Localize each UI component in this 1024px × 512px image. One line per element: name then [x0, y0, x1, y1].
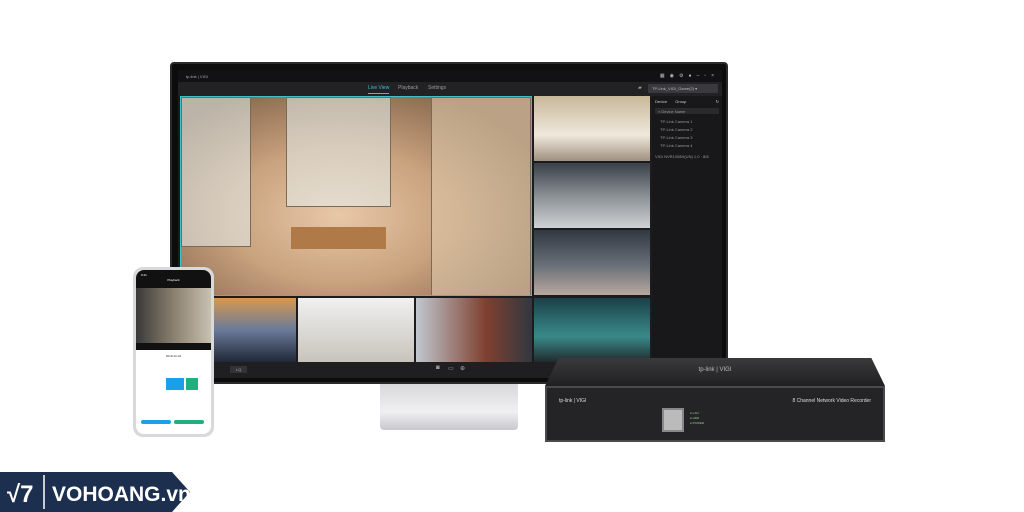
tab-settings[interactable]: Settings	[428, 85, 446, 91]
smartphone: 9:41 Playback 2018-10-22	[133, 267, 214, 437]
nvr-label: 8 Channel Network Video Recorder	[792, 398, 871, 404]
phone-button[interactable]	[141, 420, 171, 424]
tab-bar: Live View Playback Settings ▰ TP-Link_VI…	[178, 82, 722, 96]
vh-mark: √7	[7, 481, 34, 508]
camera-list-item[interactable]: TP-Link Camera 2	[660, 127, 719, 132]
usb-ports	[662, 408, 684, 432]
nvr-device: tp-link | VIGI 8 Channel Network Video R…	[545, 386, 885, 442]
monitor-stand	[380, 384, 518, 430]
close-button[interactable]: ×	[711, 73, 714, 79]
phone-video[interactable]	[136, 288, 211, 343]
maximize-button[interactable]: ▫	[704, 73, 706, 79]
title-bar: tp-link | VIGI ▦ ◉ ⚙ ● – ▫ ×	[178, 70, 722, 82]
vigi-app-window: tp-link | VIGI ▦ ◉ ⚙ ● – ▫ × Live View Playbac…	[178, 70, 722, 378]
app-brand: tp-link | VIGI	[186, 73, 208, 79]
tab-playback[interactable]: Playback	[398, 85, 418, 91]
monitor: tp-link | VIGI ▦ ◉ ⚙ ● – ▫ × Live View Playbac…	[170, 62, 728, 384]
tab-device[interactable]: Device	[655, 99, 667, 104]
timeline-segment[interactable]	[186, 378, 198, 390]
zoom-in-icon[interactable]: ⊕	[460, 365, 465, 372]
camera-list-item[interactable]: TP-Link Camera 3	[660, 135, 719, 140]
nvr-lid: tp-link | VIGI	[545, 358, 885, 386]
record-icon[interactable]: ▭	[448, 365, 454, 372]
phone-date[interactable]: 2018-10-22	[136, 354, 211, 358]
camera-snapshot-icon[interactable]: ◙	[436, 365, 440, 371]
camera-tile-6[interactable]	[298, 298, 414, 362]
tab-group[interactable]: Group	[675, 99, 686, 104]
info-icon[interactable]: ●	[688, 73, 691, 79]
gear-icon[interactable]: ⚙	[679, 73, 683, 79]
device-sidebar: Device Group ↻ ⌕ Device Name TP-Link Camer…	[652, 96, 722, 362]
led-power: ● POWER	[690, 421, 704, 425]
layout-icon[interactable]: ▦	[660, 73, 665, 79]
device-search-input[interactable]: ⌕ Device Name	[655, 108, 719, 114]
nvr-front-logo: tp-link | VIGI	[559, 398, 587, 404]
camera-tile-8[interactable]	[534, 298, 650, 362]
nvr-selector[interactable]: TP-Link_VIGI_Game(2) ▾	[648, 84, 718, 93]
stream-quality-button[interactable]: LQ	[230, 366, 248, 373]
phone-title: Playback	[167, 278, 180, 282]
camera-tile-3[interactable]	[534, 163, 650, 228]
timeline-segment[interactable]	[166, 378, 184, 390]
tab-live-view[interactable]: Live View	[368, 85, 390, 94]
minimize-button[interactable]: –	[697, 73, 700, 79]
camera-tile-main[interactable]	[180, 96, 532, 296]
alarm-icon[interactable]: ◉	[670, 73, 674, 79]
camera-tile-7[interactable]	[416, 298, 532, 362]
phone-header: 9:41 Playback	[136, 270, 211, 350]
refresh-icon[interactable]: ↻	[716, 99, 719, 104]
camera-tile-4[interactable]	[534, 230, 650, 295]
nvr-top-logo: tp-link | VIGI	[698, 367, 732, 373]
phone-time: 9:41	[141, 273, 147, 277]
watermark-text: VOHOANG.vn	[52, 483, 190, 506]
vohoang-logo: √7 VOHOANG.vn	[0, 472, 190, 512]
camera-tile-2[interactable]	[534, 96, 650, 161]
nvr-list-item[interactable]: VIGI NVR1008H(UN) 1.0 · 8/8	[655, 154, 719, 159]
phone-button[interactable]	[174, 420, 204, 424]
camera-list-item[interactable]: TP-Link Camera 1	[660, 119, 719, 124]
camera-list-item[interactable]: TP-Link Camera 4	[660, 143, 719, 148]
folder-icon[interactable]: ▰	[638, 85, 642, 91]
